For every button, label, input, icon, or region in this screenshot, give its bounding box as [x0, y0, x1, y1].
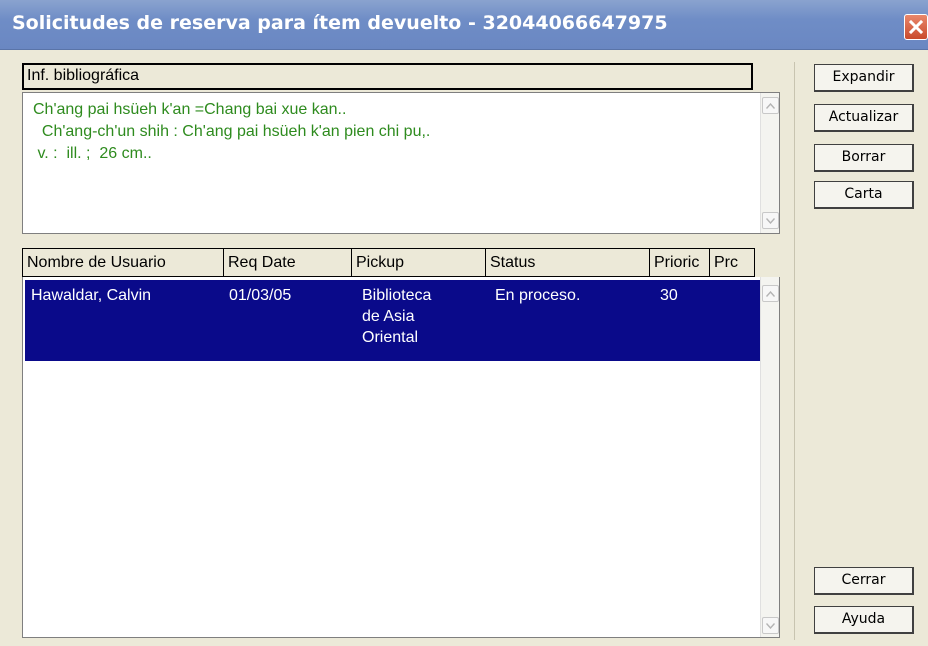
chevron-up-icon: [766, 290, 775, 297]
expand-button[interactable]: Expandir: [814, 64, 914, 92]
close-button[interactable]: Cerrar: [814, 567, 914, 595]
cell-pickup-line: Biblioteca: [362, 287, 432, 304]
chevron-up-icon: [766, 102, 775, 109]
delete-button[interactable]: Borrar: [814, 144, 914, 172]
cell-user: Hawaldar, Calvin: [31, 287, 152, 304]
biblio-text: Ch'ang pai hsüeh k'an =Chang bai xue kan…: [33, 99, 430, 165]
chevron-down-icon: [766, 217, 775, 224]
requests-scrollbar[interactable]: [760, 277, 779, 637]
scroll-up-button[interactable]: [762, 285, 779, 302]
requests-column-header: Nombre de Usuario Req Date Pickup Status…: [22, 248, 755, 277]
letter-button[interactable]: Carta: [814, 181, 914, 209]
chevron-down-icon: [766, 622, 775, 629]
window-title: Solicitudes de reserva para ítem devuelt…: [12, 12, 668, 34]
column-pickup[interactable]: Pickup: [352, 249, 486, 276]
scroll-up-button[interactable]: [762, 97, 779, 114]
biblio-scrollbar[interactable]: [760, 93, 779, 233]
refresh-button[interactable]: Actualizar: [814, 104, 914, 132]
cell-pickup-line: Oriental: [362, 329, 419, 346]
column-status[interactable]: Status: [486, 249, 650, 276]
cell-priority: 30: [660, 287, 678, 304]
cell-pickup: Biblioteca de Asia Oriental: [362, 285, 431, 348]
column-prc[interactable]: Prc: [710, 249, 754, 276]
side-panel-divider: [794, 62, 795, 640]
title-bar: Solicitudes de reserva para ítem devuelt…: [0, 0, 928, 50]
biblio-info-box[interactable]: Ch'ang pai hsüeh k'an =Chang bai xue kan…: [22, 92, 780, 234]
cell-pickup-line: de Asia: [362, 308, 415, 325]
close-window-button[interactable]: [904, 14, 928, 40]
column-priority[interactable]: Prioric: [650, 249, 710, 276]
biblio-section-header: Inf. bibliográfica: [22, 63, 753, 90]
biblio-line: v. : ill. ; 26 cm..: [33, 145, 152, 162]
table-row[interactable]: Hawaldar, Calvin 01/03/05 Biblioteca de …: [25, 280, 775, 361]
close-icon: [908, 19, 924, 35]
cell-req-date: 01/03/05: [229, 287, 292, 304]
help-button[interactable]: Ayuda: [814, 606, 914, 634]
requests-list[interactable]: Hawaldar, Calvin 01/03/05 Biblioteca de …: [22, 277, 780, 638]
column-user-name[interactable]: Nombre de Usuario: [23, 249, 224, 276]
cell-status: En proceso.: [495, 287, 581, 304]
scroll-down-button[interactable]: [762, 212, 779, 229]
scroll-down-button[interactable]: [762, 617, 779, 634]
biblio-line: Ch'ang pai hsüeh k'an =Chang bai xue kan…: [33, 101, 347, 118]
biblio-line: Ch'ang-ch'un shih : Ch'ang pai hsüeh k'a…: [33, 123, 431, 140]
column-req-date[interactable]: Req Date: [224, 249, 352, 276]
